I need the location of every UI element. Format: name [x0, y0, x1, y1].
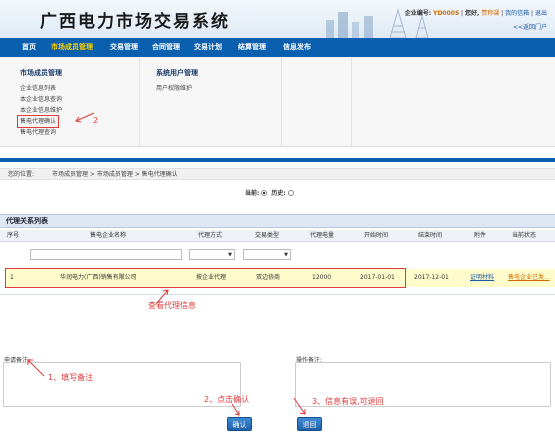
col-header-no: 序号	[7, 232, 20, 239]
annotation-arrow-confirm	[231, 403, 240, 416]
current-label: 当前:	[245, 190, 260, 197]
breadcrumb-label: 您的位置:	[8, 171, 35, 178]
history-label: 历史:	[271, 190, 286, 197]
col-header-volume: 代理电量	[310, 232, 335, 239]
col-header-method: 代理方式	[198, 232, 223, 239]
top-header: 广西电力市场交易系统 企业编号: YD0005 | 您好, 赞称课 | 我的信箱…	[0, 0, 555, 38]
breadcrumb-path: 市场成员管理 > 市场成员管理 > 售电代理确认	[52, 171, 178, 178]
user-bar: 企业编号: YD0005 | 您好, 赞称课 | 我的信箱 | 退出	[405, 8, 547, 17]
table-header-row: 序号 售电企业名称 代理方式 交易类型 代理电量 开始时间 结束时间 附件 当前…	[0, 230, 555, 242]
sep: |	[531, 10, 534, 17]
sep: |	[501, 10, 504, 17]
current-radio[interactable]	[261, 190, 268, 196]
main-nav: 首页 市场成员管理 交易管理 合同管理 交易计划 结算管理 信息发布	[0, 38, 555, 57]
dropdown-col-empty	[282, 57, 352, 147]
return-button[interactable]: 退回	[297, 417, 322, 431]
history-radio[interactable]	[287, 190, 294, 196]
chevron-down-icon: ▼	[228, 252, 232, 258]
nav-item-trade-plan[interactable]: 交易计划	[194, 38, 222, 57]
row-highlight-box	[5, 268, 406, 288]
annotation-can-return: 3、信息有误,可退回	[312, 397, 384, 406]
nav-item-home[interactable]: 首页	[22, 38, 36, 57]
filter-row: ▼ ▼	[0, 249, 555, 263]
table-bottom-border	[0, 294, 555, 295]
dropdown-heading: 系统用户管理	[156, 69, 198, 77]
chevron-down-icon: ▼	[284, 252, 288, 258]
logout-link[interactable]: 退出	[535, 10, 547, 17]
annotation-arrow-2	[75, 112, 95, 123]
col-header-start: 开始时间	[364, 232, 389, 239]
confirm-button[interactable]: 确认	[227, 417, 252, 431]
col-header-trade-type: 交易类型	[255, 232, 280, 239]
status-link[interactable]: 售电企业已发...	[508, 269, 550, 287]
my-messages-link[interactable]: 我的信箱	[505, 10, 529, 17]
col-header-status: 当前状态	[512, 232, 537, 239]
annotation-view-info: 查看代理信息	[148, 301, 196, 310]
cell-end: 2017-12-01	[414, 274, 449, 281]
nav-item-settlement[interactable]: 结算管理	[238, 38, 266, 57]
nav-item-trading[interactable]: 交易管理	[110, 38, 138, 57]
user-name: 赞称课	[481, 10, 500, 17]
nav-item-info-publish[interactable]: 信息发布	[283, 38, 311, 57]
annotation-arrow-return	[293, 397, 306, 415]
col-header-company: 售电企业名称	[90, 232, 127, 239]
back-portal-link[interactable]: <<返回门户	[513, 22, 547, 31]
nav-item-contracts[interactable]: 合同管理	[152, 38, 180, 57]
section-divider	[0, 158, 555, 162]
table-title: 代理关系列表	[0, 214, 555, 228]
nav-dropdown: 市场成员管理 企业信息列表 本企业信息查询 本企业信息维护 售电代理确认 售电代…	[0, 57, 555, 147]
annotation-step-2: 2	[93, 116, 99, 125]
col-header-attachment: 附件	[474, 232, 487, 239]
attachment-link[interactable]: 证明材料	[470, 269, 494, 287]
enterprise-code: YD0005	[433, 10, 460, 17]
breadcrumb: 您的位置: 市场成员管理 > 市场成员管理 > 售电代理确认	[0, 168, 555, 180]
annotation-fill-note: 1、填写备注	[48, 373, 94, 382]
company-filter-input[interactable]	[30, 249, 182, 260]
view-toggle: 当前: 历史:	[245, 188, 296, 197]
nav-item-market-members[interactable]: 市场成员管理	[51, 38, 93, 57]
greeting: 您好,	[465, 10, 480, 17]
method-filter-select[interactable]: ▼	[189, 249, 235, 260]
trade-type-filter-select[interactable]: ▼	[243, 249, 291, 260]
col-header-end: 结束时间	[418, 232, 443, 239]
menu-item-user-permissions[interactable]: 用户权限维护	[156, 83, 281, 94]
sep: |	[461, 10, 464, 17]
dropdown-col-users: 系统用户管理 用户权限维护	[140, 57, 282, 147]
enterprise-code-label: 企业编号:	[404, 10, 432, 17]
system-title: 广西电力市场交易系统	[40, 12, 230, 32]
